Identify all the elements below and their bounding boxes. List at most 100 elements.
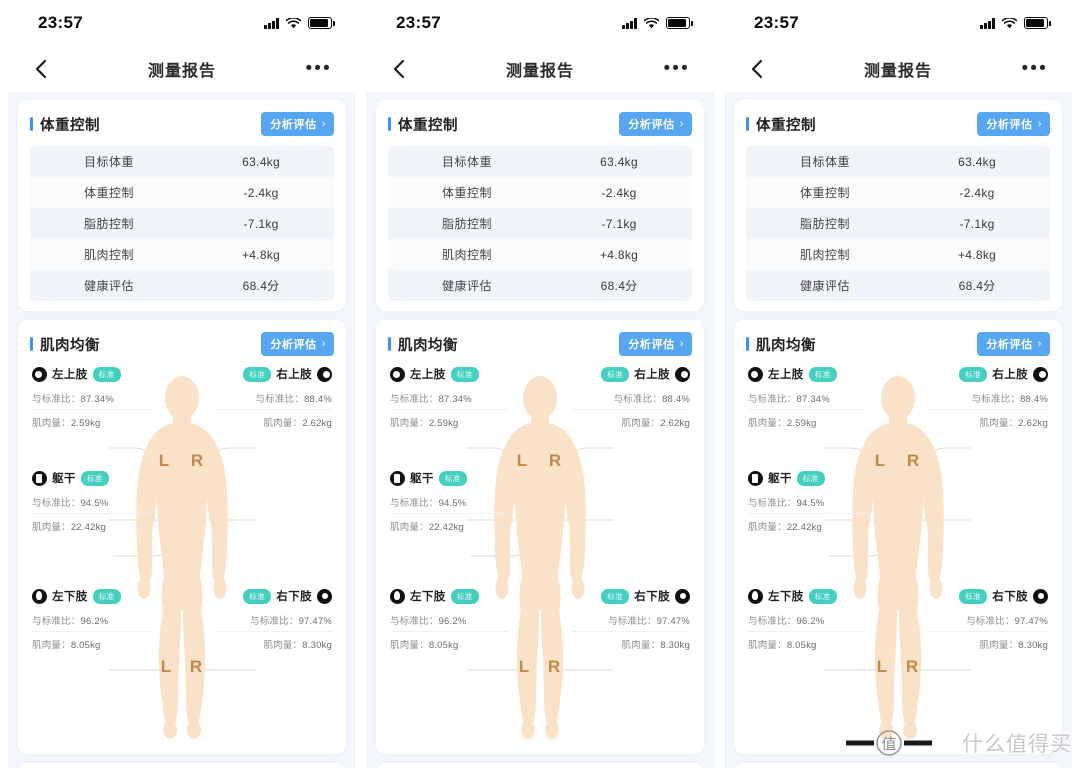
segment-ratio-line: 与标准比：94.5% bbox=[32, 490, 150, 514]
weight-control-eval-button[interactable]: 分析评估 › bbox=[977, 112, 1050, 136]
title-accent-bar bbox=[746, 337, 749, 351]
segment-mass-line: 肌肉量：2.62kg bbox=[572, 410, 690, 433]
segment-fat-analysis-card[interactable]: 节段脂肪分析 bbox=[734, 763, 1062, 768]
row-label: 脂肪控制 bbox=[800, 217, 851, 231]
mass-value: 22.42kg bbox=[428, 522, 465, 533]
segment-trunk: 躯干 标准 与标准比：94.5% 肌肉量：22.42kg bbox=[748, 470, 866, 537]
table-row: 脂肪控制 -7.1kg bbox=[388, 208, 692, 239]
segment-mass-line: 肌肉量：8.30kg bbox=[930, 632, 1048, 655]
table-row: 脂肪控制 -7.1kg bbox=[746, 208, 1050, 239]
status-icon-group bbox=[264, 17, 335, 29]
chevron-left-icon[interactable] bbox=[388, 58, 410, 80]
segment-ratio-line: 与标准比：87.34% bbox=[748, 386, 866, 410]
chevron-left-icon[interactable] bbox=[30, 58, 52, 80]
phone-screenshot-1: 23:57 测量报告 ••• 体重控制 分析评估 › 目标体重 63.4kg 体… bbox=[8, 0, 356, 768]
segment-mass-line: 肌肉量：8.30kg bbox=[572, 632, 690, 655]
segment-ratio-line: 与标准比：88.4% bbox=[930, 386, 1048, 410]
table-row: 肌肉控制 +4.8kg bbox=[30, 239, 334, 270]
svg-text:L: L bbox=[519, 657, 529, 676]
weight-control-table: 目标体重 63.4kg 体重控制 -2.4kg 脂肪控制 -7.1kg 肌肉控制… bbox=[388, 146, 692, 301]
more-options-icon[interactable]: ••• bbox=[305, 59, 332, 78]
segment-trunk: 躯干 标准 与标准比：94.5% 肌肉量：22.42kg bbox=[32, 470, 150, 537]
row-label: 脂肪控制 bbox=[84, 217, 135, 231]
ratio-value: 88.4% bbox=[662, 394, 690, 405]
segment-mass-line: 肌肉量：2.62kg bbox=[214, 410, 332, 433]
row-label: 脂肪控制 bbox=[442, 217, 493, 231]
eval-button-label: 分析评估 bbox=[986, 119, 1033, 131]
muscle-balance-diagram: L R L R 左上肢 标准 与标准比：87.34% 肌肉量：2.59kg 标准… bbox=[388, 366, 692, 744]
mass-value: 2.62kg bbox=[302, 418, 332, 429]
segment-right-lower-limb: 标准 右下肢 与标准比：97.47% 肌肉量：8.30kg bbox=[214, 588, 332, 655]
eval-button-label: 分析评估 bbox=[270, 119, 317, 131]
segment-header: 标准 右下肢 bbox=[930, 588, 1048, 604]
mass-value: 8.05kg bbox=[70, 640, 101, 651]
report-scroll-area[interactable]: 体重控制 分析评估 › 目标体重 63.4kg 体重控制 -2.4kg 脂肪控制 bbox=[724, 92, 1072, 768]
ratio-label: 与标准比： bbox=[32, 498, 81, 509]
segment-fat-analysis-card[interactable]: 节段脂肪分析 bbox=[18, 763, 346, 768]
segment-mass-line: 肌肉量：2.59kg bbox=[390, 410, 508, 433]
weight-control-table: 目标体重 63.4kg 体重控制 -2.4kg 脂肪控制 -7.1kg 肌肉控制… bbox=[746, 146, 1050, 301]
report-scroll-area[interactable]: 体重控制 分析评估 › 目标体重 63.4kg 体重控制 -2.4kg 脂肪控制 bbox=[8, 92, 356, 768]
status-badge: 标准 bbox=[808, 366, 837, 382]
eval-button-label: 分析评估 bbox=[986, 339, 1033, 351]
row-value: -2.4kg bbox=[959, 185, 995, 200]
row-label: 目标体重 bbox=[800, 155, 851, 169]
row-label: 体重控制 bbox=[800, 186, 851, 200]
weight-control-eval-button[interactable]: 分析评估 › bbox=[261, 112, 334, 136]
muscle-balance-header: 肌肉均衡 分析评估 › bbox=[746, 332, 1050, 356]
weight-control-eval-button[interactable]: 分析评估 › bbox=[619, 112, 692, 136]
weight-control-header: 体重控制 分析评估 › bbox=[30, 112, 334, 136]
weight-control-header: 体重控制 分析评估 › bbox=[746, 112, 1050, 136]
left-upper-limb-icon bbox=[32, 366, 47, 382]
muscle-balance-eval-button[interactable]: 分析评估 › bbox=[261, 332, 334, 356]
segment-left-lower-limb: 左下肢 标准 与标准比：96.2% 肌肉量：8.05kg bbox=[390, 588, 508, 655]
table-row: 健康评估 68.4分 bbox=[388, 270, 692, 301]
table-row: 体重控制 -2.4kg bbox=[30, 177, 334, 208]
muscle-balance-eval-button[interactable]: 分析评估 › bbox=[619, 332, 692, 356]
status-badge: 标准 bbox=[601, 366, 630, 382]
weight-control-title-group: 体重控制 bbox=[388, 114, 458, 135]
segment-ratio-line: 与标准比：97.47% bbox=[214, 608, 332, 632]
segment-header: 左上肢 标准 bbox=[748, 366, 866, 382]
status-bar: 23:57 bbox=[366, 0, 714, 46]
segment-fat-analysis-card[interactable]: 节段脂肪分析 bbox=[376, 763, 704, 768]
ratio-value: 97.47% bbox=[1014, 616, 1048, 627]
table-row: 健康评估 68.4分 bbox=[746, 270, 1050, 301]
segment-right-lower-limb: 标准 右下肢 与标准比：97.47% 肌肉量：8.30kg bbox=[930, 588, 1048, 655]
report-scroll-area[interactable]: 体重控制 分析评估 › 目标体重 63.4kg 体重控制 -2.4kg 脂肪控制 bbox=[366, 92, 714, 768]
more-options-icon[interactable]: ••• bbox=[1021, 59, 1048, 78]
segment-mass-line: 肌肉量：2.59kg bbox=[32, 410, 150, 433]
svg-text:R: R bbox=[907, 451, 919, 470]
segment-right-lower-limb: 标准 右下肢 与标准比：97.47% 肌肉量：8.30kg bbox=[572, 588, 690, 655]
muscle-balance-eval-button[interactable]: 分析评估 › bbox=[977, 332, 1050, 356]
status-badge: 标准 bbox=[438, 470, 467, 486]
chevron-left-icon[interactable] bbox=[746, 58, 768, 80]
ratio-label: 与标准比： bbox=[390, 498, 439, 509]
title-accent-bar bbox=[388, 337, 391, 351]
status-badge: 标准 bbox=[243, 366, 272, 382]
row-value: -2.4kg bbox=[243, 185, 279, 200]
mass-value: 2.62kg bbox=[660, 418, 690, 429]
mass-value: 8.05kg bbox=[428, 640, 459, 651]
muscle-balance-title-group: 肌肉均衡 bbox=[746, 334, 816, 355]
more-options-icon[interactable]: ••• bbox=[663, 59, 690, 78]
segment-header: 左下肢 标准 bbox=[748, 588, 866, 604]
status-badge: 标准 bbox=[601, 588, 630, 604]
mass-label: 肌肉量： bbox=[979, 418, 1019, 429]
segment-mass-line: 肌肉量：2.59kg bbox=[748, 410, 866, 433]
ratio-label: 与标准比： bbox=[748, 616, 797, 627]
ratio-value: 88.4% bbox=[1020, 394, 1048, 405]
segment-header: 标准 右上肢 bbox=[572, 366, 690, 382]
mass-value: 8.05kg bbox=[786, 640, 817, 651]
cellular-signal-icon bbox=[264, 17, 279, 29]
muscle-balance-title-group: 肌肉均衡 bbox=[388, 334, 458, 355]
ratio-value: 96.2% bbox=[438, 616, 467, 627]
segment-ratio-line: 与标准比：96.2% bbox=[390, 608, 508, 632]
ratio-label: 与标准比： bbox=[32, 394, 81, 405]
row-value: 68.4分 bbox=[242, 279, 280, 293]
row-value: +4.8kg bbox=[957, 247, 997, 262]
ratio-label: 与标准比： bbox=[32, 616, 81, 627]
status-badge: 标准 bbox=[92, 366, 121, 382]
row-value: -2.4kg bbox=[601, 185, 637, 200]
segment-right-upper-limb: 标准 右上肢 与标准比：88.4% 肌肉量：2.62kg bbox=[214, 366, 332, 433]
